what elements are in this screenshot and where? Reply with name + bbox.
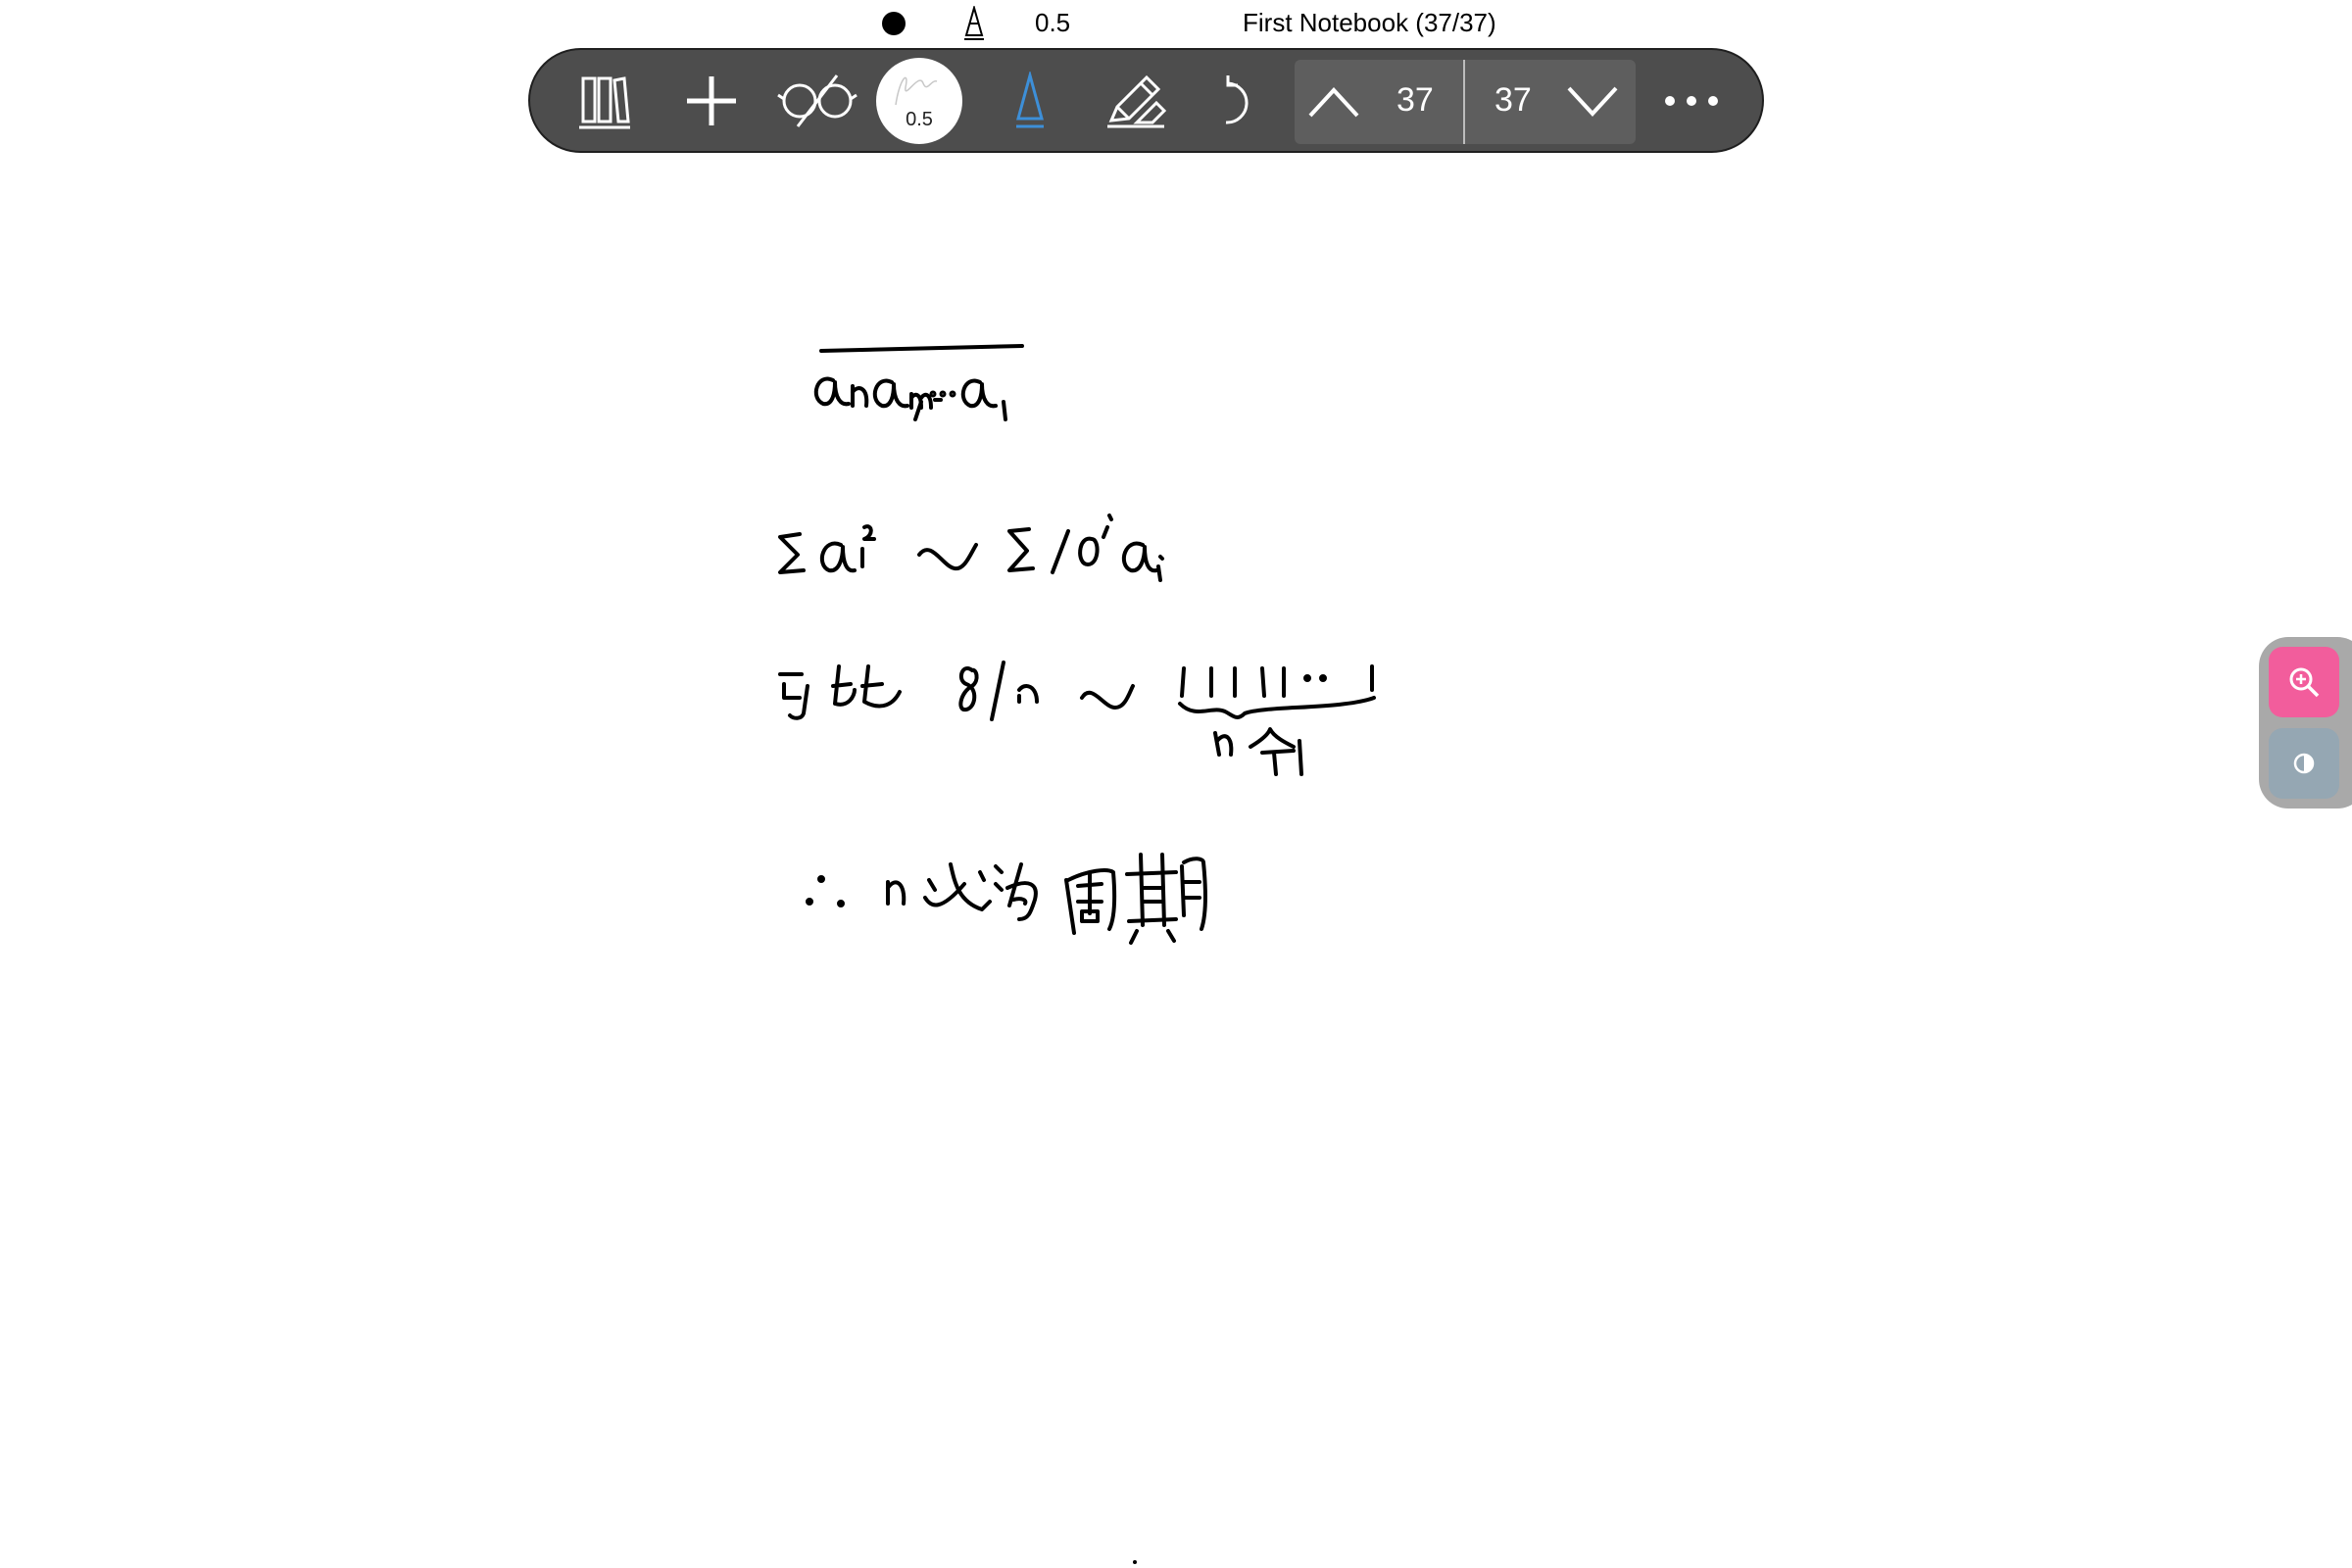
handwriting-line-4 (806, 853, 1207, 945)
chevron-up-icon (1308, 87, 1359, 118)
handwriting-line-2 (778, 514, 1164, 582)
pen-color-indicator (882, 12, 906, 35)
library-icon (579, 75, 630, 128)
contrast-button[interactable] (2269, 728, 2339, 799)
more-icon (1665, 95, 1718, 106)
undo-button[interactable] (1206, 50, 1265, 151)
handwriting-line-1 (813, 344, 1024, 421)
chevron-down-icon (1567, 86, 1618, 117)
contrast-icon (2293, 753, 2315, 774)
pen-tip-icon (1016, 71, 1044, 127)
status-bar: 0.5 First Notebook (37/37) (0, 0, 2352, 47)
current-page[interactable]: 37 (1396, 81, 1434, 120)
page-up-button[interactable] (1304, 60, 1363, 144)
pen-preview-size: 0.5 (906, 109, 933, 130)
zoom-in-icon (2289, 667, 2320, 698)
add-page-button[interactable] (672, 50, 751, 151)
undo-icon (1225, 74, 1249, 124)
reading-mode-button[interactable] (773, 50, 861, 151)
pen-size-label: 0.5 (1035, 8, 1071, 37)
pencil-eraser-button[interactable] (1097, 50, 1175, 151)
pen-tip-button[interactable] (1001, 50, 1059, 151)
handwriting-line-3 (778, 661, 1376, 776)
ink-dot (1133, 1560, 1137, 1564)
toolbar: 0.5 37 37 (528, 48, 1764, 153)
page-divider (1463, 60, 1465, 144)
notebook-title: First Notebook (37/37) (1243, 8, 1496, 37)
page-navigator: 37 37 (1295, 60, 1636, 144)
page-down-button[interactable] (1563, 60, 1622, 144)
total-pages: 37 (1494, 81, 1532, 119)
more-button[interactable] (1657, 50, 1726, 151)
pen-preview-button[interactable]: 0.5 (876, 58, 962, 144)
library-button[interactable] (565, 50, 644, 151)
side-floating-panel (2259, 637, 2352, 808)
zoom-button[interactable] (2269, 647, 2339, 717)
pen-stroke-preview (895, 76, 938, 106)
drawing-canvas[interactable] (0, 157, 2352, 1568)
add-icon (687, 75, 736, 125)
pen-type-icon (964, 6, 984, 40)
pencil-eraser-icon (1107, 74, 1167, 127)
reading-mode-icon (777, 74, 858, 127)
